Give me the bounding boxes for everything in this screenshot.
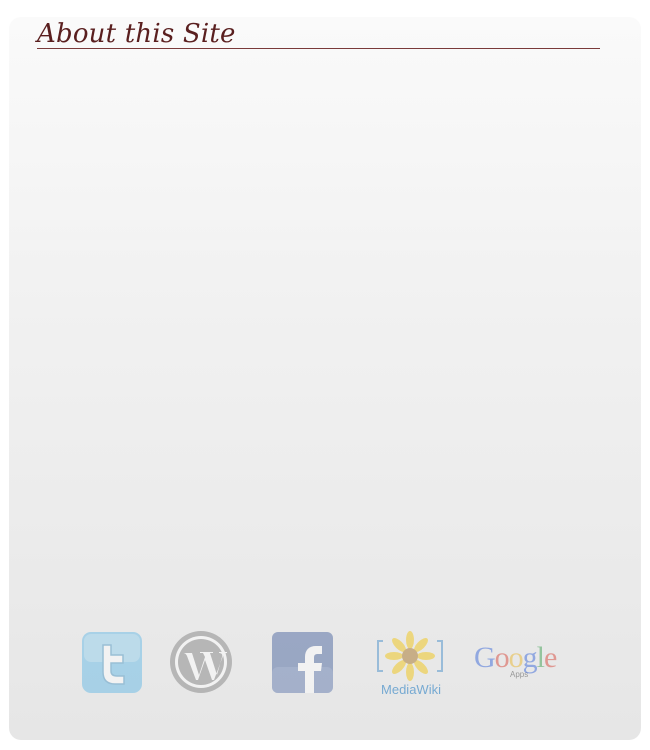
google-apps-sublabel: Apps [510, 670, 529, 679]
facebook-logo-icon[interactable] [271, 631, 334, 694]
mediawiki-label: MediaWiki [381, 682, 441, 697]
wordpress-logo-icon[interactable] [168, 629, 234, 695]
twitter-logo-icon[interactable] [81, 631, 143, 694]
partner-logos: MediaWiki Google Apps [0, 0, 650, 750]
